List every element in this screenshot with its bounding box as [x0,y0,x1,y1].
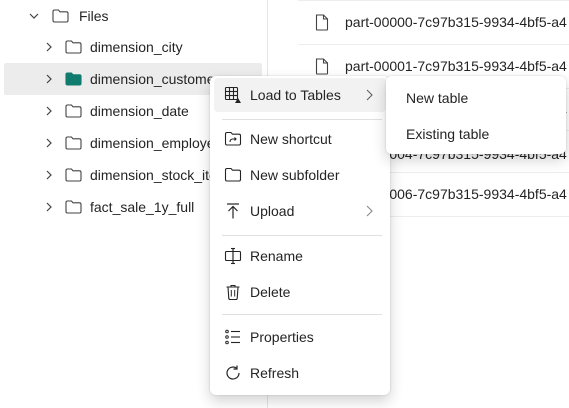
trash-icon [224,283,242,301]
menu-item-new-subfolder[interactable]: New subfolder [214,158,386,192]
chevron-right-icon[interactable] [42,168,56,182]
menu-item-new-shortcut[interactable]: New shortcut [214,122,386,156]
document-icon [315,57,329,75]
tree-item-label: dimension_date [90,103,189,119]
row-divider [298,44,569,45]
menu-divider [222,314,382,315]
row-divider [298,0,569,1]
chevron-right-icon[interactable] [42,136,56,150]
tree-item-label: dimension_city [90,39,183,55]
folder-icon [65,200,82,214]
menu-item-properties[interactable]: Properties [214,320,386,354]
menu-divider [222,235,382,236]
folder-icon [52,9,69,23]
chevron-right-icon[interactable] [42,40,56,54]
menu-item-refresh[interactable]: Refresh [214,356,386,390]
chevron-down-icon[interactable] [27,9,41,23]
folder-icon [65,136,82,150]
tree-item-dimension-city[interactable]: dimension_city [0,31,262,63]
menu-item-label: New subfolder [250,167,340,183]
menu-item-load-to-tables[interactable]: Load to Tables [214,78,386,112]
menu-item-upload[interactable]: Upload [214,194,386,228]
folder-icon [65,72,82,86]
menu-item-label: Properties [250,329,314,345]
menu-item-delete[interactable]: Delete [214,275,386,309]
menu-item-label: Refresh [250,365,300,381]
submenu-item-existing-table[interactable]: Existing table [390,117,562,151]
submenu-item-new-table[interactable]: New table [390,81,562,115]
menu-item-label: Delete [250,284,291,300]
context-menu: Load to Tables New shortcut New subfolde… [210,76,390,395]
folder-icon [65,104,82,118]
chevron-right-icon [366,205,373,217]
folder-icon [224,166,242,184]
upload-icon [224,202,242,220]
tree-root-label: Files [79,8,109,24]
tree-item-label: dimension_employee [90,135,223,151]
chevron-right-icon[interactable] [42,200,56,214]
rename-icon [224,247,242,265]
file-row[interactable]: part-00000-7c97b315-9934-4bf5-a4 [315,4,569,40]
tree-root-files[interactable]: Files [0,0,262,32]
submenu-item-label: Existing table [406,126,490,142]
shortcut-folder-icon [224,130,242,148]
menu-item-label: New shortcut [250,131,332,147]
load-to-tables-submenu: New table Existing table [386,76,566,154]
chevron-right-icon [366,89,373,101]
chevron-right-icon[interactable] [42,104,56,118]
menu-item-label: Upload [250,203,295,219]
folder-icon [65,168,82,182]
tree-item-label: dimension_stock_item [90,167,229,183]
menu-divider [222,119,382,120]
chevron-right-icon[interactable] [42,72,56,86]
refresh-icon [224,364,242,382]
menu-item-label: Rename [250,248,303,264]
tree-item-label: dimension_customer [90,71,220,87]
submenu-item-label: New table [406,90,469,106]
properties-list-icon [224,328,242,346]
menu-item-label: Load to Tables [250,87,341,103]
document-icon [315,13,329,31]
folder-icon [65,40,82,54]
tree-item-label: fact_sale_1y_full [90,199,195,215]
file-name: part-00000-7c97b315-9934-4bf5-a4 [345,14,567,30]
file-name: part-00001-7c97b315-9934-4bf5-a4 [345,58,567,74]
table-load-icon [224,86,242,104]
menu-item-rename[interactable]: Rename [214,239,386,273]
